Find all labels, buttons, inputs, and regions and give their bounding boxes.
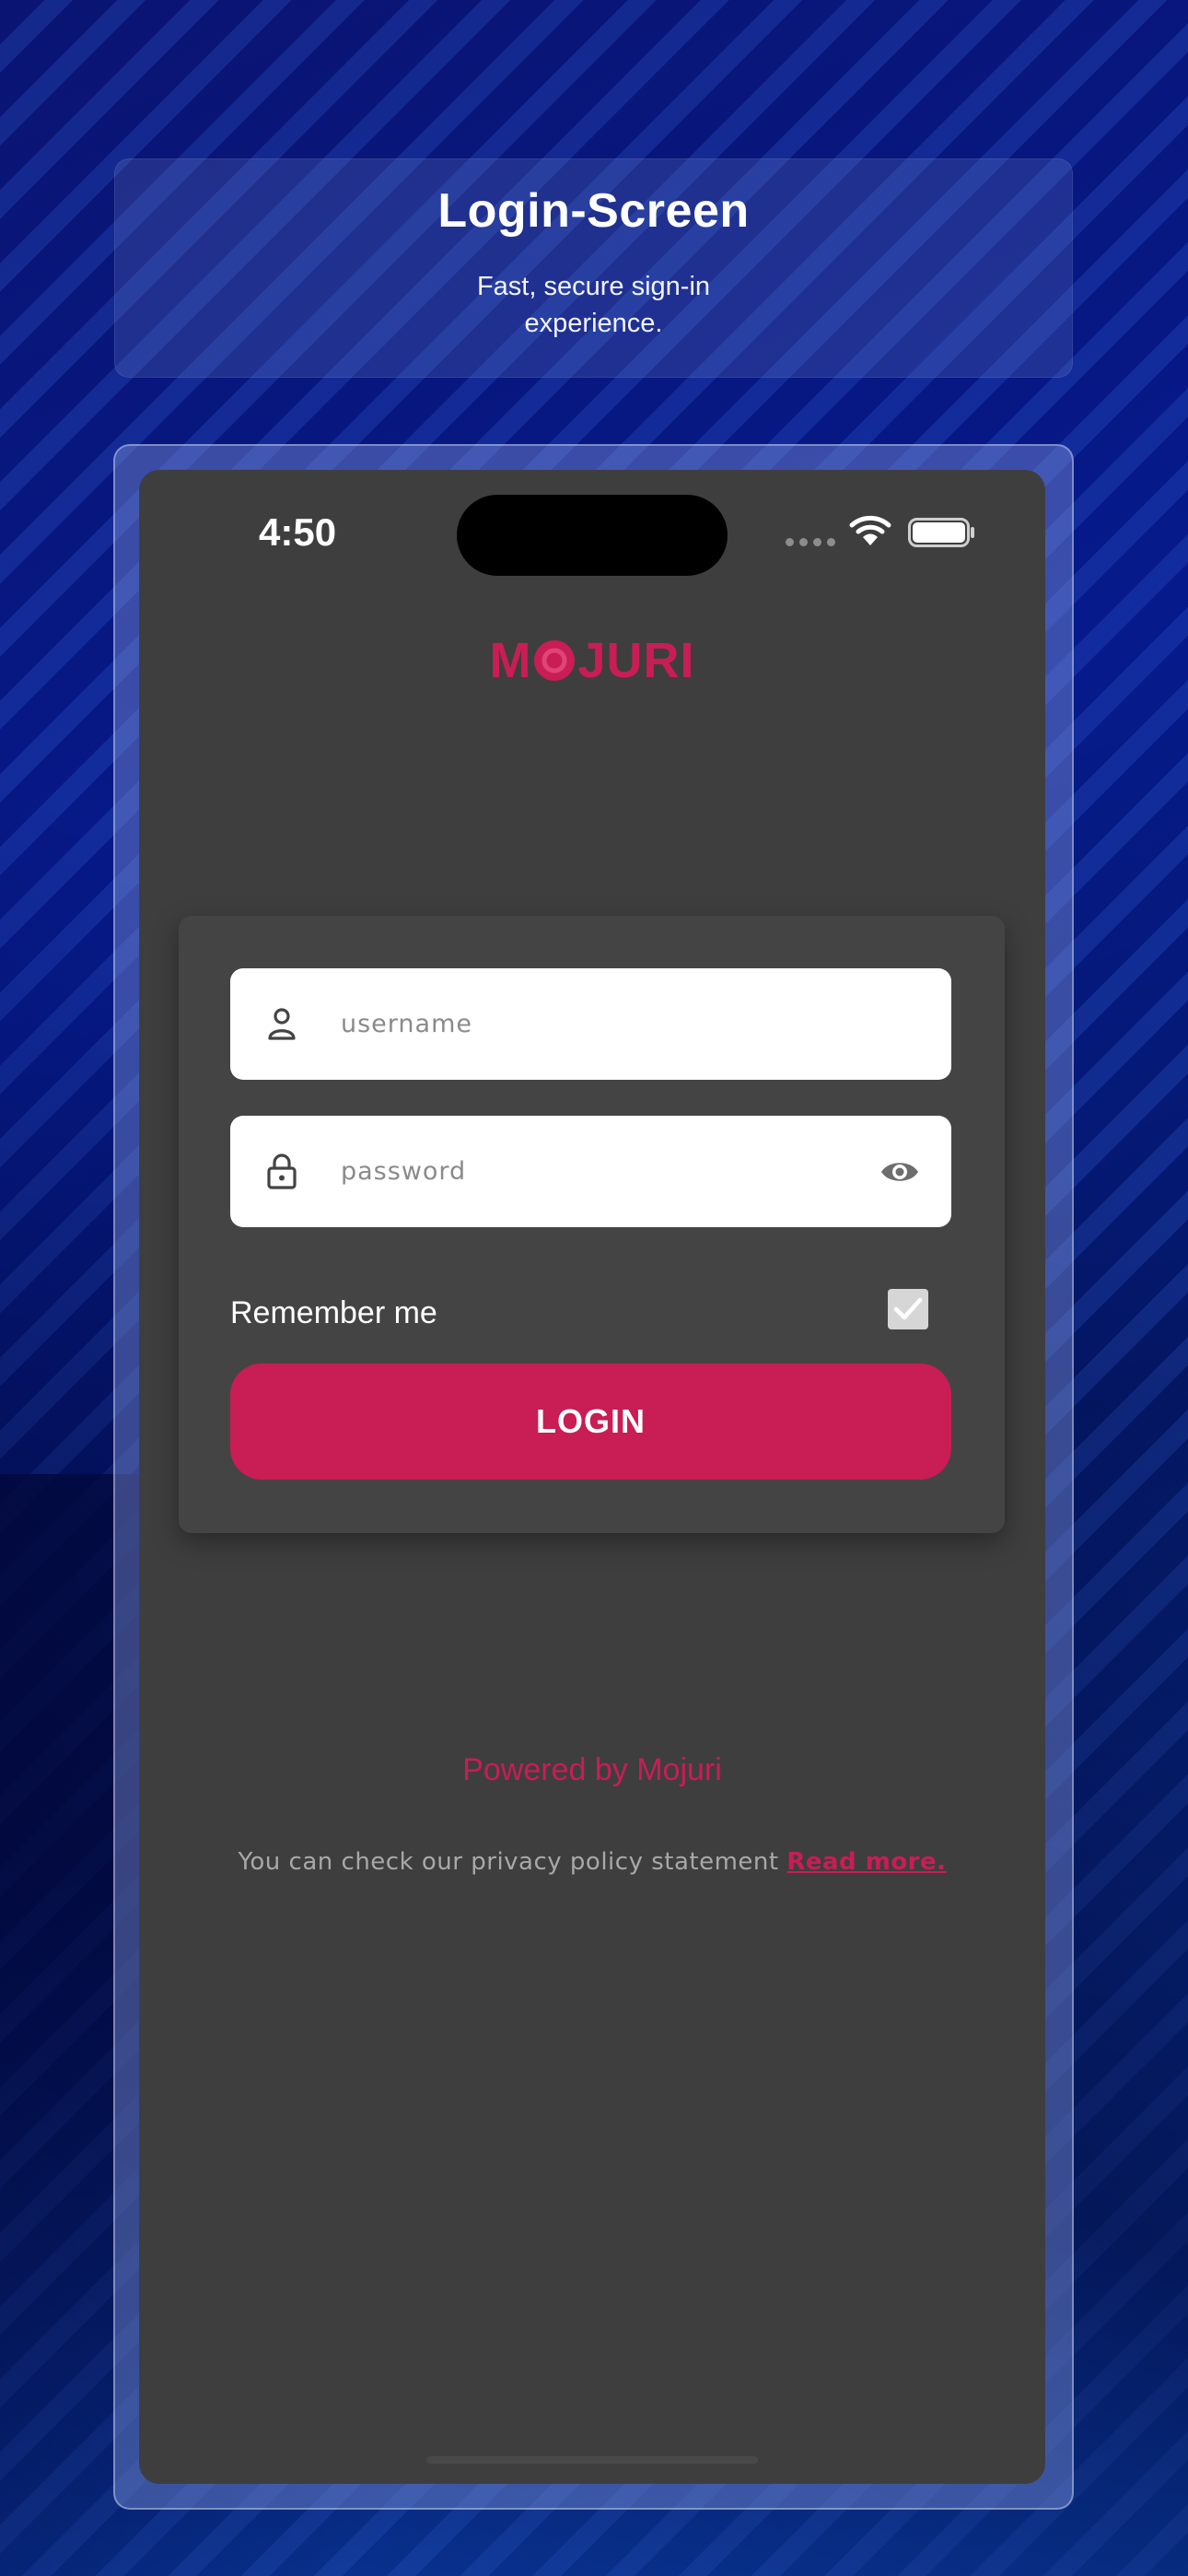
- lock-icon: [267, 1153, 297, 1189]
- header-title: Login-Screen: [437, 184, 750, 238]
- wifi-icon: [849, 515, 891, 545]
- check-icon: [893, 1297, 923, 1320]
- battery-icon: [908, 518, 974, 547]
- header-subtitle: Fast, secure sign-in experience.: [115, 268, 1072, 342]
- user-icon: [268, 1008, 296, 1040]
- phone-screen: 4:50 M JURI username Remember me LOGIN P…: [139, 470, 1045, 2484]
- powered-by-text: Powered by Mojuri: [462, 1752, 722, 1787]
- status-time: 4:50: [259, 510, 337, 554]
- login-button[interactable]: LOGIN: [230, 1364, 951, 1480]
- signal-dots-icon: [786, 538, 835, 546]
- username-input[interactable]: [341, 968, 856, 1080]
- mojuri-logo: M JURI: [139, 632, 1045, 689]
- remember-me-label: Remember me: [230, 1295, 437, 1330]
- read-more-link[interactable]: Read more.: [786, 1848, 946, 1876]
- privacy-statement: You can check our privacy policy stateme…: [139, 1848, 1045, 1876]
- logo-emblem-icon: [534, 640, 576, 681]
- dynamic-island: [457, 495, 728, 576]
- password-input[interactable]: [341, 1116, 856, 1227]
- remember-me-checkbox[interactable]: [888, 1289, 928, 1329]
- header-card: Login-Screen Fast, secure sign-in experi…: [114, 158, 1073, 378]
- logo-text-right: JURI: [577, 633, 695, 688]
- privacy-text: You can check our privacy policy stateme…: [238, 1848, 787, 1876]
- header-subtitle-line-2: experience.: [524, 309, 663, 338]
- header-subtitle-line-1: Fast, secure sign-in: [476, 272, 711, 301]
- home-indicator[interactable]: [426, 2456, 758, 2464]
- login-card: Remember me LOGIN: [179, 916, 1005, 1533]
- username-field[interactable]: [230, 968, 951, 1080]
- eye-icon[interactable]: [879, 1156, 920, 1188]
- logo-text-left: M: [489, 633, 532, 688]
- password-field[interactable]: [230, 1116, 951, 1227]
